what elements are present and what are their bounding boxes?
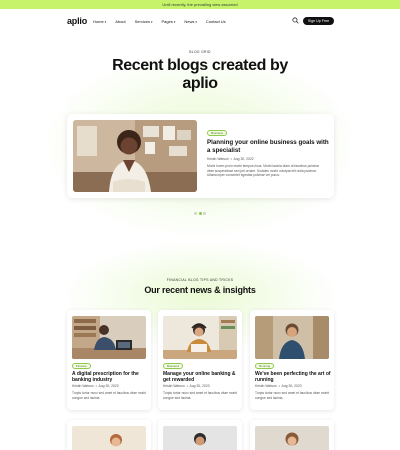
news-card-image <box>72 426 146 450</box>
post-date: Aug 30, 2023 <box>281 384 302 388</box>
nav-item-home[interactable]: Home▾ <box>93 19 106 24</box>
slider-dot-active[interactable] <box>198 212 202 215</box>
nav-item-label: Pages <box>161 19 173 24</box>
news-card-description: Turpis tortor nunc sed amet et faucibus … <box>163 391 238 400</box>
news-card-description: Turpis tortor nunc sed amet et faucibus … <box>72 391 147 400</box>
chevron-down-icon: ▾ <box>150 20 153 24</box>
news-section-title: Our recent news & insights <box>144 285 256 295</box>
featured-post-title[interactable]: Planning your online business goals with… <box>207 139 329 155</box>
news-card[interactable] <box>250 420 334 450</box>
news-eyebrow: FINANCIAL BLOG TIPS AND TRICKS <box>166 278 234 282</box>
slider-dot[interactable] <box>203 212 206 215</box>
news-card-image <box>163 426 237 450</box>
news-card-image <box>255 426 329 450</box>
news-card-meta: Kristin Watson • Aug 30, 2023 <box>72 384 119 388</box>
announcement-bar: Until recently, the prevailing view assu… <box>0 0 400 9</box>
news-card-meta: Kristin Watson • Aug 30, 2023 <box>255 384 302 388</box>
post-category-badge[interactable]: Business <box>207 130 228 136</box>
news-card-badge[interactable]: Business <box>163 363 184 369</box>
post-date: Aug 30, 2022 <box>233 157 254 161</box>
news-card[interactable]: Running We've been perfecting the art of… <box>250 310 334 410</box>
news-card[interactable]: Business Manage your online banking & ge… <box>158 310 242 410</box>
nav-item-label: News <box>184 19 195 24</box>
nav-item-about[interactable]: About <box>115 19 125 24</box>
featured-post-card[interactable]: Business Planning your online business g… <box>67 114 334 198</box>
news-card[interactable]: Finance A digital prescription for the b… <box>67 310 151 410</box>
post-author: Kristin Watson <box>72 384 94 388</box>
logo[interactable]: aplio <box>67 16 87 26</box>
slider-dot[interactable] <box>194 212 197 215</box>
news-card[interactable] <box>67 420 151 450</box>
top-navigation: aplio Home▾ About Services▾ Pages▾ News▾… <box>0 9 400 33</box>
news-card-badge[interactable]: Running <box>255 363 275 369</box>
hero-eyebrow: BLOG GRID <box>189 50 211 54</box>
news-card-title[interactable]: We've been perfecting the art of running <box>255 371 331 383</box>
news-card[interactable] <box>158 420 242 450</box>
featured-post-image <box>73 120 197 192</box>
nav-item-services[interactable]: Services▾ <box>135 19 153 24</box>
nav-item-label: Services <box>134 19 150 24</box>
nav-item-contact[interactable]: Contact Us <box>206 19 226 24</box>
search-icon[interactable] <box>292 17 299 24</box>
news-card-description: Turpis tortor nunc sed amet et faucibus … <box>255 391 330 400</box>
sign-up-button[interactable]: Sign Up Free <box>303 17 334 25</box>
news-card-badge[interactable]: Finance <box>72 363 91 369</box>
chevron-down-icon: ▾ <box>173 20 176 24</box>
post-meta: Kristin Watson • Aug 30, 2022 <box>207 157 254 161</box>
post-author: Kristin Watson <box>255 384 277 388</box>
chevron-down-icon: ▾ <box>104 20 107 24</box>
nav-item-label: Home <box>93 19 104 24</box>
chevron-down-icon: ▾ <box>195 20 197 24</box>
post-author: Kristin Watson <box>207 157 229 161</box>
news-card-title[interactable]: Manage your online banking & get rewarde… <box>163 371 239 383</box>
nav-item-pages[interactable]: Pages▾ <box>162 19 176 24</box>
page-title: Recent blogs created by aplio <box>112 57 288 92</box>
featured-post-description: Morbi lorem proin morbi tempus risus. Mo… <box>207 164 320 178</box>
news-card-meta: Kristin Watson • Aug 30, 2023 <box>163 384 210 388</box>
news-card-image <box>255 316 329 359</box>
news-card-image <box>163 316 237 359</box>
nav-item-news[interactable]: News▾ <box>184 19 197 24</box>
slider-pagination <box>194 212 206 215</box>
news-card-image <box>72 316 146 359</box>
post-author: Kristin Watson <box>163 384 185 388</box>
post-date: Aug 30, 2023 <box>98 384 119 388</box>
post-date: Aug 30, 2023 <box>189 384 210 388</box>
news-card-title[interactable]: A digital prescription for the banking i… <box>72 371 148 383</box>
main-menu: Home▾ About Services▾ Pages▾ News▾ Conta… <box>93 19 226 24</box>
